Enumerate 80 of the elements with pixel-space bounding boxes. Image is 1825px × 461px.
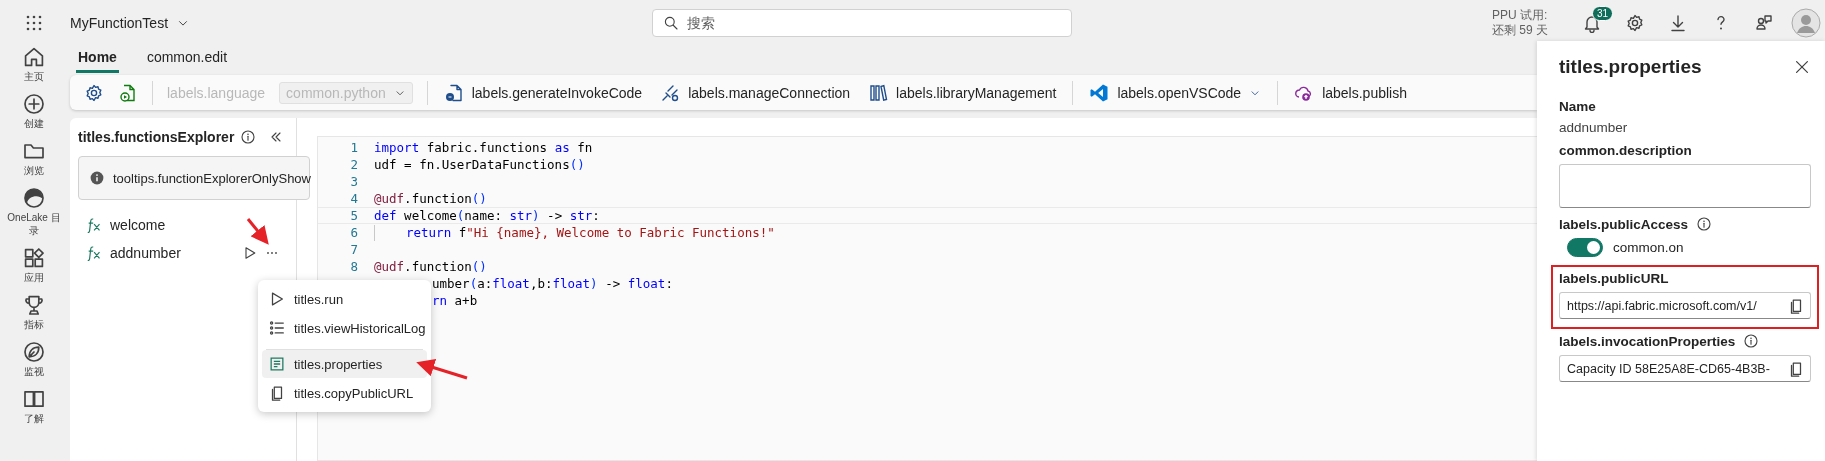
toolbar-button[interactable]: labels.openVSCode <box>1087 78 1264 107</box>
text-field[interactable]: https://api.fabric.microsoft.com/v1/ <box>1559 292 1811 319</box>
nav-item[interactable]: 主页 <box>4 45 64 83</box>
search-icon <box>663 14 680 31</box>
code-text: return f"Hi {name}, Welcome to Fabric Functions!" <box>406 225 775 240</box>
menu-item[interactable]: titles.properties <box>262 350 427 378</box>
line-number: 4 <box>349 191 358 206</box>
toggle-switch[interactable] <box>1567 238 1603 257</box>
trial-text: PPU 试用: <box>1492 7 1548 23</box>
apps-icon <box>22 246 46 270</box>
nav-item[interactable]: 指标 <box>4 293 64 331</box>
menu-item[interactable]: titles.viewHistoricalLog <box>262 314 427 342</box>
trophy-icon <box>22 293 46 317</box>
trial-text: 还剩 59 天 <box>1492 22 1548 38</box>
line-number: 8 <box>349 259 358 274</box>
plus-circle-icon <box>22 92 46 116</box>
language-label: labels.language <box>167 84 266 101</box>
panel-title: titles.properties <box>1559 56 1702 78</box>
info-icon <box>1696 216 1713 232</box>
nav-item[interactable]: 了解 <box>4 387 64 425</box>
info-icon <box>1743 333 1760 349</box>
file-code-icon <box>443 82 464 103</box>
properties-icon <box>268 355 286 373</box>
toggle-label: common.on <box>1613 240 1684 255</box>
function-item[interactable]: addnumber <box>78 240 288 266</box>
info-icon <box>89 170 105 186</box>
field-label: labels.publicAccess <box>1559 216 1689 232</box>
books-icon <box>868 82 889 103</box>
info-icon <box>240 129 257 145</box>
panel-title: titles.functionsExplorer <box>78 129 235 145</box>
people-icon[interactable] <box>1753 12 1774 33</box>
field-label: labels.publicURL <box>1559 271 1669 286</box>
vscode-icon <box>1089 82 1110 103</box>
text-field[interactable]: Capacity ID 58E25A8E-CD65-4B3B- <box>1559 355 1811 382</box>
toolbar-button[interactable]: labels.manageConnection <box>658 78 853 107</box>
menu-item[interactable]: titles.copyPublicURL <box>262 379 427 407</box>
code-text: def welcome(name: str) -> str: <box>374 208 600 223</box>
notification-badge: 31 <box>1592 5 1614 21</box>
annotation-arrow <box>246 218 269 245</box>
play-icon[interactable] <box>242 245 258 261</box>
nav-item[interactable]: 创建 <box>4 92 64 130</box>
nav-item[interactable]: 应用 <box>4 246 64 284</box>
nav-item[interactable]: 监视 <box>4 340 64 378</box>
field-value: Capacity ID 58E25A8E-CD65-4B3B- <box>1567 361 1770 376</box>
code-text: umber(a:float,b:float) -> float: <box>432 276 673 291</box>
line-number: 1 <box>349 140 358 155</box>
field-label: labels.invocationProperties <box>1559 333 1736 349</box>
line-number: 3 <box>349 174 358 189</box>
nav-item[interactable]: 浏览 <box>4 139 64 177</box>
field-value: addnumber <box>1559 120 1629 135</box>
workspace-switcher[interactable]: MyFunctionTest <box>68 10 193 35</box>
field-value: https://api.fabric.microsoft.com/v1/ <box>1567 298 1757 313</box>
line-number: 7 <box>349 242 358 257</box>
field-label: Name <box>1559 99 1596 114</box>
code-text: @udf.function() <box>374 191 487 206</box>
code-text: @udf.function() <box>374 259 487 274</box>
line-number: 5 <box>349 208 358 223</box>
close-icon[interactable] <box>1793 58 1811 76</box>
function-item[interactable]: welcome <box>78 212 288 238</box>
field-label: common.description <box>1559 143 1692 158</box>
description-field[interactable] <box>1559 164 1811 208</box>
line-number: 6 <box>349 225 358 240</box>
nav-item[interactable]: OneLake 目录 <box>4 186 64 237</box>
code-text: import fabric.functions as fn <box>374 140 593 155</box>
leaf-circle-icon <box>22 340 46 364</box>
annotation-arrow <box>416 358 468 380</box>
code-text: rn a+b <box>432 293 478 308</box>
toolbar-button[interactable]: labels.libraryManagement <box>866 78 1059 107</box>
list-icon <box>268 319 286 337</box>
toolbar-button[interactable]: labels.generateInvokeCode <box>441 78 645 107</box>
tab[interactable]: common.edit <box>144 45 230 73</box>
settings-icon[interactable] <box>84 82 104 103</box>
file-run-icon[interactable] <box>118 82 138 103</box>
search-field[interactable]: 搜索 <box>652 8 1073 37</box>
line-number: 2 <box>349 157 358 172</box>
notice-text: tooltips.functionExplorerOnlyShow <box>113 170 311 186</box>
code-text: udf = fn.UserDataFunctions() <box>374 157 585 172</box>
toolbar-button[interactable]: labels.publish <box>1292 78 1409 107</box>
menu-item[interactable]: titles.run <box>262 285 427 313</box>
home-icon <box>22 45 46 69</box>
